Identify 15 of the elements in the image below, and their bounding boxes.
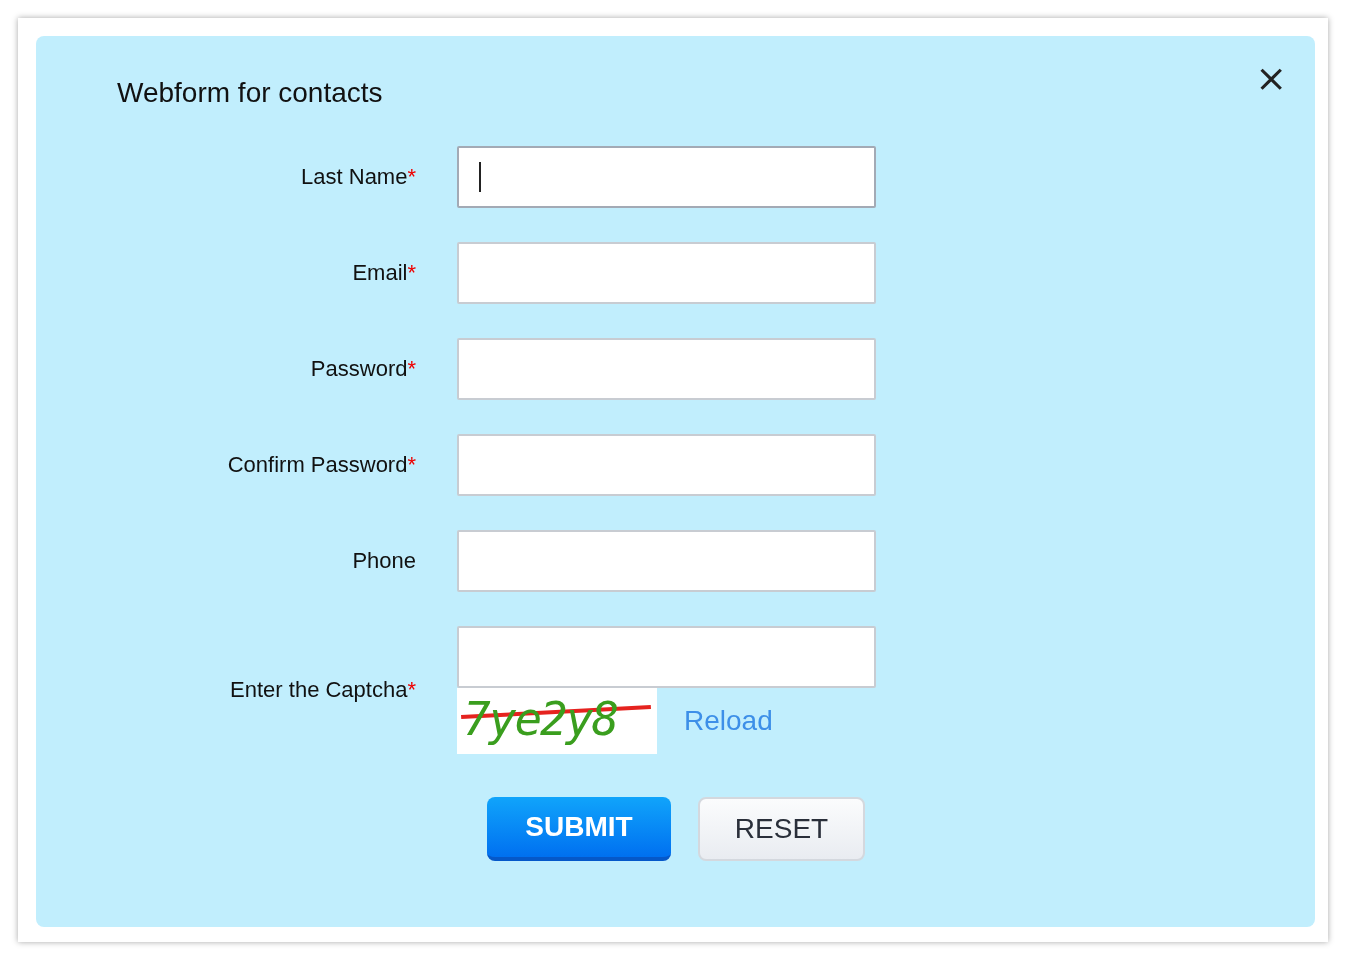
field-label: Enter the Captcha* [229,677,416,703]
input-field[interactable] [457,530,876,592]
input-field[interactable] [457,242,876,304]
captcha-field[interactable] [457,626,876,688]
field-label: Last Name* [300,164,416,190]
form-title: Webform for contacts [117,78,383,108]
input-field[interactable] [457,146,876,208]
input-field[interactable] [457,434,876,496]
field-label: Confirm Password* [226,452,416,478]
close-button[interactable]: × [1255,64,1287,92]
field-label: Password* [309,356,416,382]
field-label: Email* [351,260,416,286]
reset-button[interactable]: RESET [698,797,865,861]
field-label: Phone [351,548,416,574]
input-field[interactable] [457,338,876,400]
